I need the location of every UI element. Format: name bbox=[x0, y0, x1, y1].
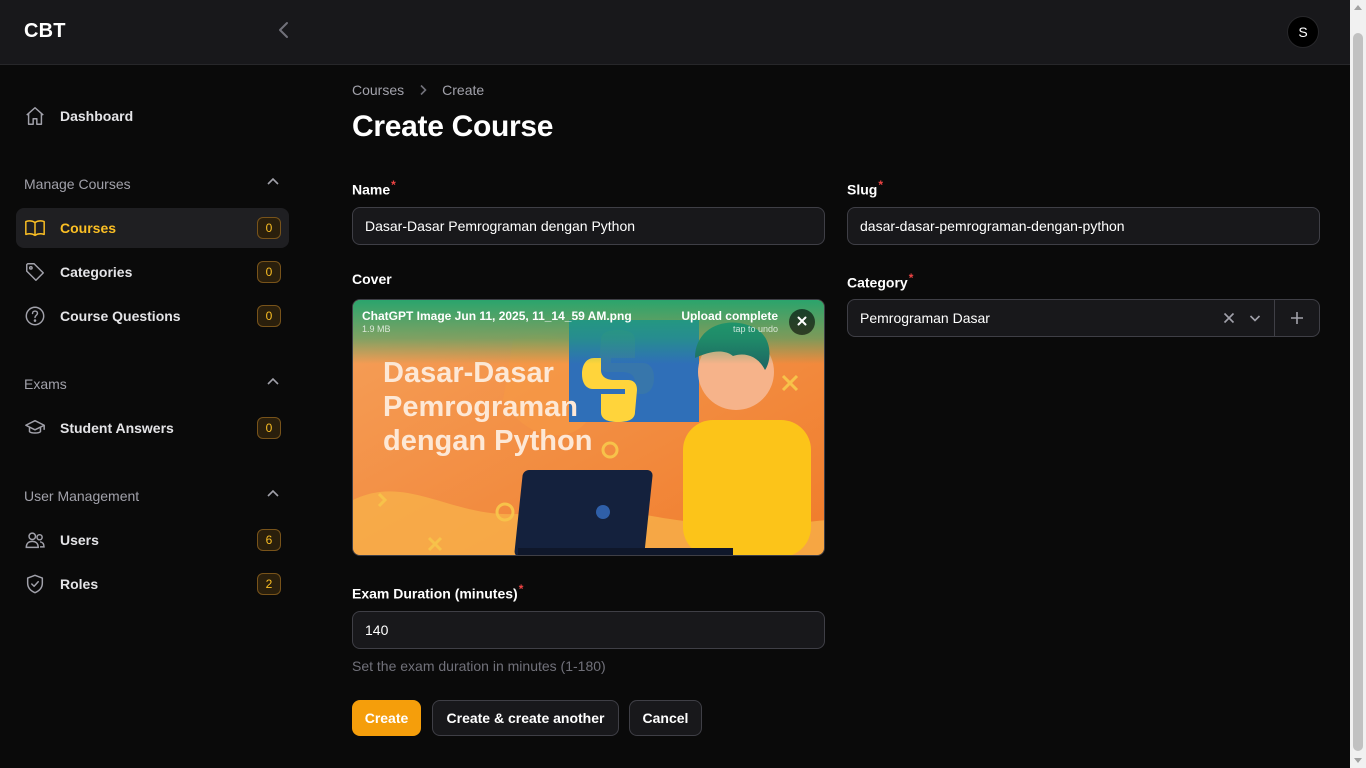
exam-duration-helper: Set the exam duration in minutes (1-180) bbox=[352, 658, 606, 674]
tag-icon bbox=[24, 261, 46, 283]
group-user-management[interactable]: User Management bbox=[24, 484, 280, 508]
page-scrollbar[interactable] bbox=[1350, 0, 1366, 768]
category-label-text: Category bbox=[847, 274, 908, 291]
upload-undo-link[interactable]: tap to undo bbox=[733, 324, 778, 334]
remove-file-button[interactable] bbox=[789, 309, 815, 335]
book-open-icon bbox=[24, 217, 46, 239]
add-category-button[interactable] bbox=[1274, 300, 1319, 336]
required-marker: * bbox=[878, 178, 884, 192]
sidebar-item-categories[interactable]: Categories 0 bbox=[16, 252, 289, 292]
count-badge: 0 bbox=[257, 217, 281, 239]
cover-label: Cover bbox=[352, 271, 392, 287]
slug-input[interactable]: dasar-dasar-pemrograman-dengan-python bbox=[847, 207, 1320, 245]
name-input[interactable]: Dasar-Dasar Pemrograman dengan Python bbox=[352, 207, 825, 245]
category-selected-value: Pemrograman Dasar bbox=[860, 310, 990, 326]
group-exams[interactable]: Exams bbox=[24, 372, 280, 396]
chevron-up-icon bbox=[266, 375, 280, 394]
users-icon bbox=[24, 529, 46, 551]
sidebar-item-label: Roles bbox=[60, 576, 99, 592]
count-badge: 0 bbox=[257, 261, 281, 283]
close-icon bbox=[797, 313, 807, 331]
scrollbar-thumb[interactable] bbox=[1353, 33, 1363, 751]
uploaded-file-size: 1.9 MB bbox=[362, 324, 391, 334]
required-marker: * bbox=[518, 582, 524, 596]
group-manage-courses[interactable]: Manage Courses bbox=[24, 172, 280, 196]
exam-duration-label-text: Exam Duration (minutes) bbox=[352, 585, 518, 602]
cover-upload[interactable]: Dasar-Dasar Pemrograman dengan Python Ch… bbox=[352, 299, 825, 556]
page-title: Create Course bbox=[352, 110, 554, 143]
sidebar-item-users[interactable]: Users 6 bbox=[16, 520, 289, 560]
category-label: Category* bbox=[847, 271, 913, 291]
name-label-text: Name bbox=[352, 181, 391, 198]
exam-duration-label: Exam Duration (minutes)* bbox=[352, 582, 523, 602]
academic-cap-icon bbox=[24, 417, 46, 439]
sidebar-item-label: Dashboard bbox=[60, 108, 134, 124]
shield-check-icon bbox=[24, 573, 46, 595]
count-badge: 0 bbox=[257, 417, 281, 439]
chevron-left-icon bbox=[276, 21, 292, 44]
dropdown-toggle-button[interactable] bbox=[1242, 300, 1268, 336]
close-icon bbox=[1223, 312, 1235, 324]
required-marker: * bbox=[908, 271, 914, 285]
exam-duration-input[interactable]: 140 bbox=[352, 611, 825, 649]
chevron-up-icon bbox=[266, 175, 280, 194]
plus-icon bbox=[1291, 312, 1303, 324]
sidebar-item-courses[interactable]: Courses 0 bbox=[16, 208, 289, 248]
scroll-up-arrow-icon[interactable] bbox=[1354, 5, 1362, 10]
breadcrumb-current: Create bbox=[442, 82, 485, 98]
chevron-up-icon bbox=[266, 487, 280, 506]
group-label: User Management bbox=[24, 488, 140, 504]
slug-input-value: dasar-dasar-pemrograman-dengan-python bbox=[860, 218, 1125, 234]
cancel-button[interactable]: Cancel bbox=[629, 700, 702, 736]
create-button[interactable]: Create bbox=[352, 700, 421, 736]
home-icon bbox=[24, 105, 46, 127]
exam-duration-value: 140 bbox=[365, 622, 389, 638]
user-avatar[interactable]: S bbox=[1287, 16, 1319, 48]
upload-status-text: Upload complete bbox=[681, 309, 778, 323]
group-label: Exams bbox=[24, 376, 67, 392]
name-label: Name* bbox=[352, 178, 396, 198]
slug-label: Slug* bbox=[847, 178, 883, 198]
count-badge: 6 bbox=[257, 529, 281, 551]
create-another-button[interactable]: Create & create another bbox=[432, 700, 619, 736]
count-badge: 0 bbox=[257, 305, 281, 327]
category-select[interactable]: Pemrograman Dasar bbox=[847, 299, 1320, 337]
clear-selection-button[interactable] bbox=[1216, 300, 1242, 336]
sidebar-item-label: Courses bbox=[60, 220, 117, 236]
count-badge: 2 bbox=[257, 573, 281, 595]
uploaded-file-name: ChatGPT Image Jun 11, 2025, 11_14_59 AM.… bbox=[362, 309, 632, 323]
cover-image-title: Dasar-Dasar Pemrograman dengan Python bbox=[383, 357, 593, 457]
sidebar-item-label: Users bbox=[60, 532, 99, 548]
sidebar-item-student-answers[interactable]: Student Answers 0 bbox=[16, 408, 289, 448]
name-input-value: Dasar-Dasar Pemrograman dengan Python bbox=[365, 218, 636, 234]
sidebar-item-label: Course Questions bbox=[60, 308, 181, 324]
collapse-sidebar-button[interactable] bbox=[272, 20, 296, 44]
topbar: CBT S bbox=[0, 0, 1350, 65]
sidebar-item-roles[interactable]: Roles 2 bbox=[16, 564, 289, 604]
sidebar-item-dashboard[interactable]: Dashboard bbox=[16, 96, 289, 136]
breadcrumb-courses-link[interactable]: Courses bbox=[352, 82, 404, 98]
chevron-down-icon bbox=[1249, 315, 1261, 322]
group-label: Manage Courses bbox=[24, 176, 131, 192]
sidebar-item-course-questions[interactable]: Course Questions 0 bbox=[16, 296, 289, 336]
slug-label-text: Slug bbox=[847, 181, 878, 198]
sidebar-item-label: Categories bbox=[60, 264, 133, 280]
brand-logo[interactable]: CBT bbox=[24, 20, 66, 43]
breadcrumb: Courses Create bbox=[352, 82, 484, 98]
chevron-right-icon bbox=[418, 84, 428, 96]
scroll-down-arrow-icon[interactable] bbox=[1354, 758, 1362, 763]
sidebar-item-label: Student Answers bbox=[60, 420, 174, 436]
required-marker: * bbox=[391, 178, 396, 192]
question-circle-icon bbox=[24, 305, 46, 327]
